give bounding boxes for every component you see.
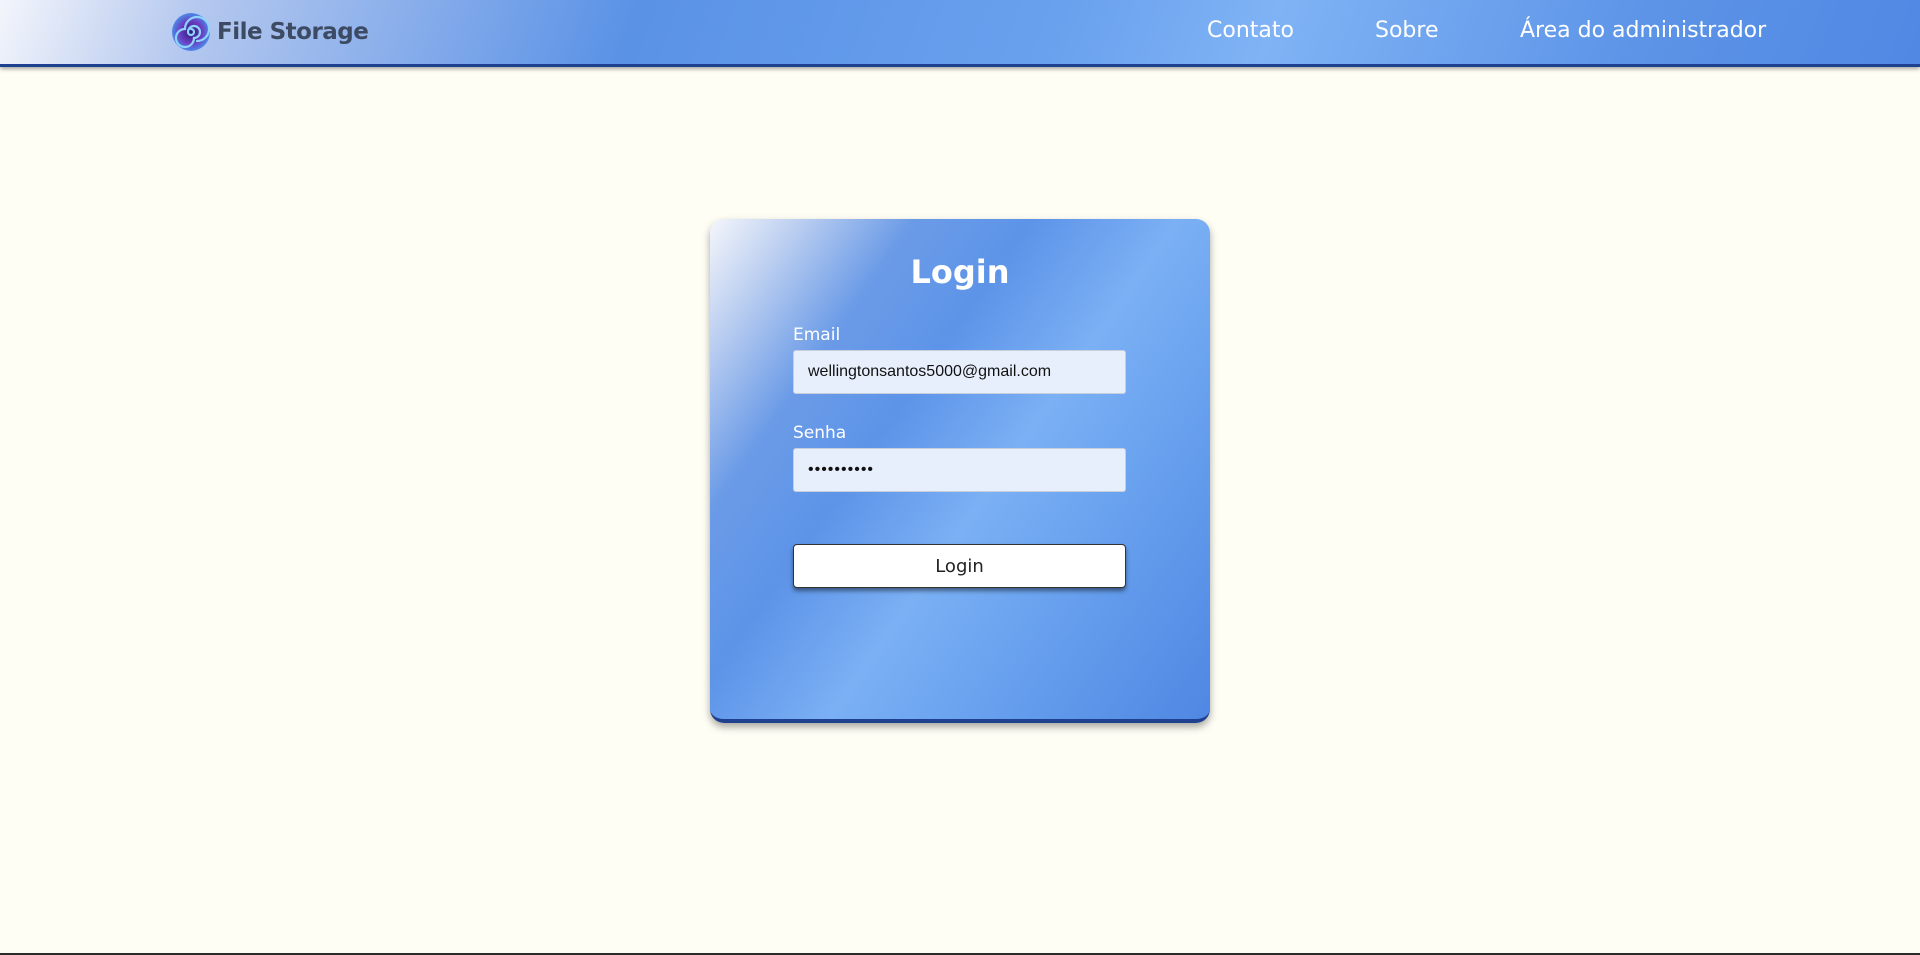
email-label: Email [793,325,841,345]
password-field[interactable] [793,448,1126,492]
brand-logo[interactable]: File Storage [171,12,369,52]
login-title: Login [910,253,1010,291]
email-field[interactable] [793,350,1126,394]
nav-link-admin-area[interactable]: Área do administrador [1520,18,1766,43]
login-card: Login Email Senha Login [710,219,1210,723]
spiral-logo-icon [172,13,211,51]
brand-name: File Storage [217,19,369,45]
nav-link-contato[interactable]: Contato [1207,18,1294,43]
password-label: Senha [793,423,847,443]
nav-link-sobre[interactable]: Sobre [1375,18,1439,43]
login-button[interactable]: Login [793,544,1126,588]
top-navbar: File Storage Contato Sobre Área do admin… [0,0,1920,67]
